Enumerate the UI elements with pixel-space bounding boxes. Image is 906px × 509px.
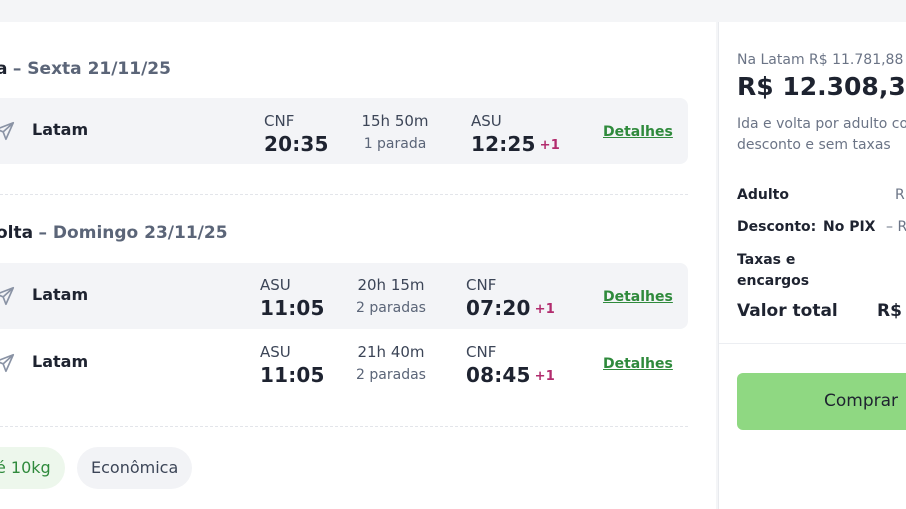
destination-code: ASU [471, 112, 502, 130]
total-price: R$ 12.308,32 [737, 72, 906, 101]
taxes-label: Taxas e encargos [737, 252, 810, 289]
arrival-time: 07:20 +1 [466, 296, 556, 320]
flight-stops: 2 paradas [356, 367, 426, 383]
details-link[interactable]: Detalhes [603, 289, 673, 305]
destination-code: CNF [466, 276, 497, 294]
cabin-class-chip: Econômica [77, 447, 193, 489]
plane-icon [0, 353, 15, 373]
flight-row-return-1[interactable]: Latam ASU 11:05 20h 15m 2 paradas CNF 07… [0, 263, 688, 329]
total-label: Valor total [737, 301, 838, 321]
adult-value: R [895, 187, 905, 203]
airline-name: Latam [32, 352, 89, 371]
baggage-chip: é 10kg [0, 447, 65, 489]
airline-price: Na Latam R$ 11.781,88 [737, 52, 904, 68]
departure-time: 20:35 [264, 132, 329, 156]
departure-time: 11:05 [260, 296, 325, 320]
destination-code: CNF [466, 343, 497, 361]
price-summary-panel: Na Latam R$ 11.781,88 R$ 12.308,32 Ida e… [718, 22, 906, 509]
departure-time: 11:05 [260, 363, 325, 387]
buy-button[interactable]: Comprar [737, 373, 906, 430]
airline-name: Latam [32, 285, 89, 304]
flight-row-outbound-1[interactable]: Latam CNF 20:35 15h 50m 1 parada ASU 12:… [0, 98, 688, 164]
flight-duration: 15h 50m [361, 112, 429, 130]
day-offset: +1 [534, 302, 556, 317]
outbound-title: a – Sexta 21/11/25 [0, 59, 171, 79]
day-offset: +1 [534, 369, 556, 384]
details-link[interactable]: Detalhes [603, 124, 673, 140]
itinerary-card: a – Sexta 21/11/25 Latam CNF 20:35 15h 5… [0, 22, 716, 509]
flight-stops: 2 paradas [356, 300, 426, 316]
adult-label: Adulto [737, 187, 789, 203]
price-description: Ida e volta por adulto co desconto e sem… [737, 116, 906, 153]
return-title: olta – Domingo 23/11/25 [0, 223, 228, 243]
arrival-time: 12:25 +1 [471, 132, 561, 156]
plane-icon [0, 121, 15, 141]
origin-code: ASU [260, 343, 291, 361]
arrival-time: 08:45 +1 [466, 363, 556, 387]
origin-code: CNF [264, 112, 295, 130]
details-link[interactable]: Detalhes [603, 356, 673, 372]
flight-row-return-2[interactable]: Latam ASU 11:05 21h 40m 2 paradas CNF 08… [0, 330, 688, 396]
airline-name: Latam [32, 120, 89, 139]
discount-label: Desconto: [737, 219, 817, 235]
divider [719, 343, 906, 344]
flight-duration: 21h 40m [357, 343, 425, 361]
origin-code: ASU [260, 276, 291, 294]
discount-method: No PIX [823, 219, 876, 235]
total-value: R$ 1 [877, 301, 906, 321]
day-offset: +1 [539, 138, 561, 153]
flight-stops: 1 parada [363, 136, 427, 152]
discount-value: – R [886, 219, 906, 235]
plane-icon [0, 286, 15, 306]
divider [0, 426, 688, 427]
divider [0, 194, 688, 195]
flight-duration: 20h 15m [357, 276, 425, 294]
